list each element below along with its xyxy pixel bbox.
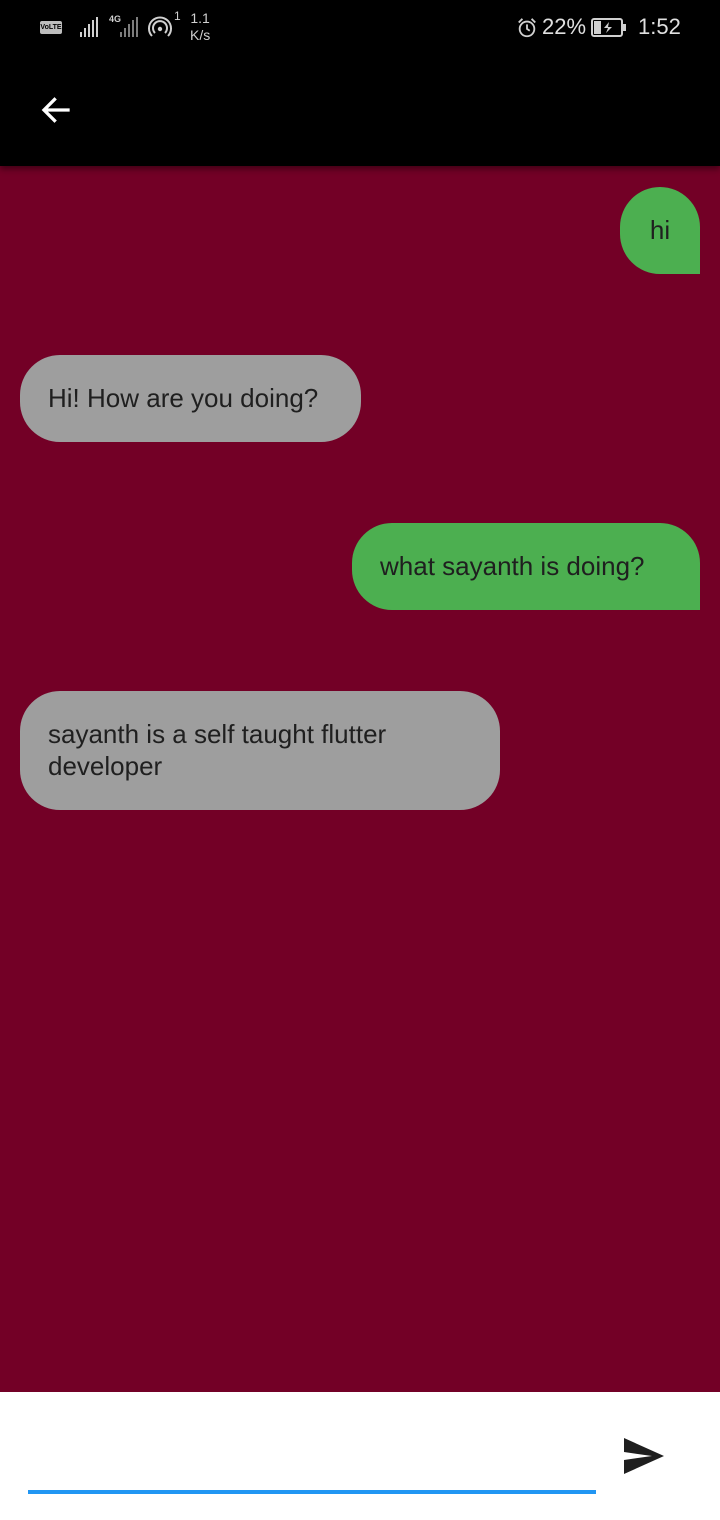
- chat-message-list[interactable]: hi Hi! How are you doing? what sayanth i…: [0, 166, 720, 1392]
- message-bubble-received: Hi! How are you doing?: [20, 355, 361, 442]
- chat-screen: VoLTE 4G 1 1.1 K/s 22% 1:52 hi Hi! How a…: [0, 0, 720, 1520]
- message-input[interactable]: [28, 1412, 596, 1494]
- status-bar: VoLTE 4G 1 1.1 K/s 22% 1:52: [0, 0, 720, 56]
- message-bubble-received: sayanth is a self taught flutter develop…: [20, 691, 500, 810]
- volte-icon: VoLTE: [40, 21, 62, 34]
- clock: 1:52: [638, 14, 681, 39]
- app-bar: [0, 56, 720, 166]
- network-speed: 1.1 K/s: [190, 10, 210, 44]
- arrow-left-icon: [41, 97, 70, 123]
- signal-icon: [80, 17, 98, 37]
- message-composer: [0, 1392, 720, 1520]
- send-icon: [624, 1438, 664, 1474]
- back-button[interactable]: [24, 78, 88, 142]
- speed-unit: K/s: [190, 27, 211, 43]
- alarm-icon: [518, 18, 536, 38]
- signal-icon-secondary: [120, 17, 138, 37]
- message-bubble-sent: hi: [620, 187, 700, 274]
- message-bubble-sent: what sayanth is doing?: [352, 523, 700, 610]
- send-button[interactable]: [612, 1428, 676, 1484]
- battery-percent: 22%: [542, 14, 587, 39]
- battery-charging-icon: [591, 18, 626, 37]
- speed-value: 1.1: [190, 10, 210, 26]
- hotspot-icon: [148, 16, 172, 37]
- hotspot-count: 1: [174, 9, 181, 23]
